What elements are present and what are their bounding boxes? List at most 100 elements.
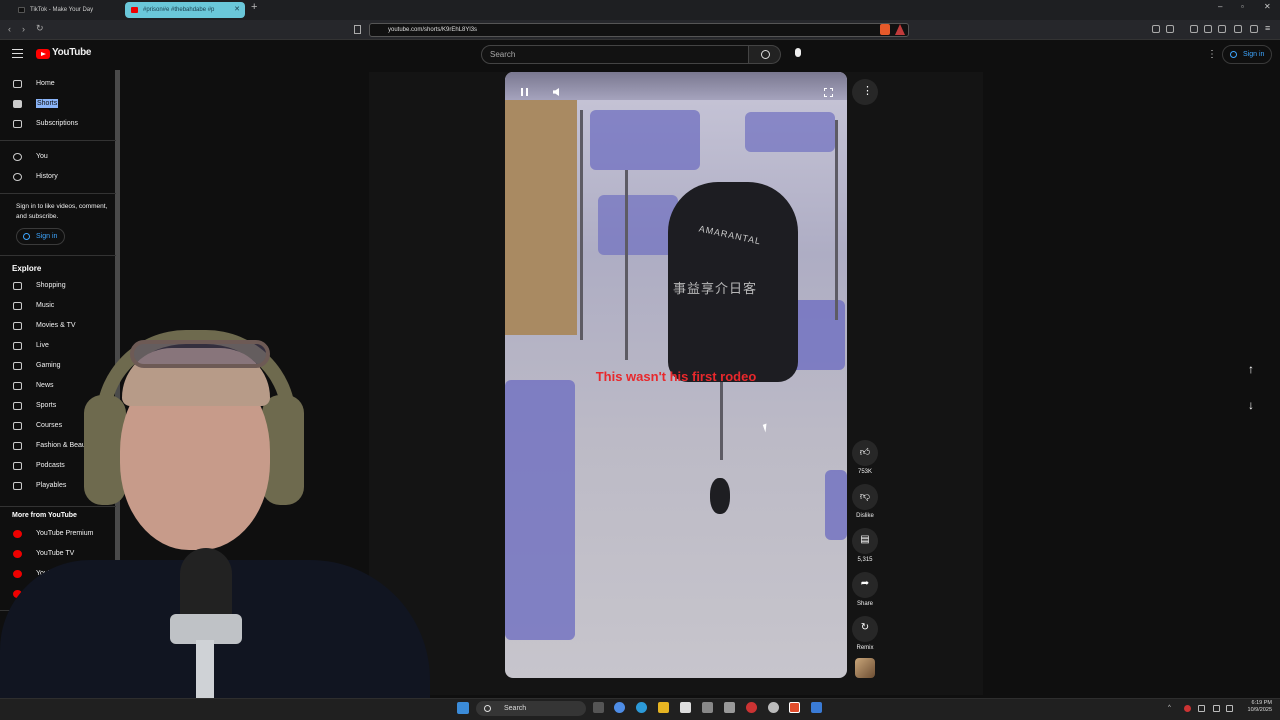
remix-button[interactable]: ↻: [852, 616, 878, 642]
like-action[interactable]: 👍︎ 753K: [852, 440, 878, 475]
tray-app-icon[interactable]: [1184, 705, 1191, 712]
youtube-favicon-icon: [131, 7, 138, 13]
dislike-action[interactable]: 👎︎ Dislike: [852, 484, 878, 519]
home-icon: [13, 80, 22, 88]
close-window-icon[interactable]: ✕: [1264, 2, 1271, 11]
comment-icon: ▤: [860, 534, 870, 545]
extension-icon[interactable]: [1166, 25, 1174, 33]
app-icon[interactable]: [724, 702, 735, 713]
tiktok-favicon-icon: [18, 7, 25, 13]
remix-action[interactable]: ↻ Remix: [852, 616, 878, 651]
restore-icon[interactable]: ▫: [1241, 2, 1244, 11]
account-icon: [13, 153, 22, 161]
video-scene-floor-object: [710, 478, 730, 514]
comments-action[interactable]: ▤ 5,315: [852, 528, 878, 563]
store-icon[interactable]: [680, 702, 691, 713]
search-button[interactable]: [749, 45, 781, 64]
hamburger-menu-icon[interactable]: [12, 49, 23, 58]
forward-icon[interactable]: ›: [22, 24, 25, 34]
share-button[interactable]: ➦: [852, 572, 878, 598]
file-explorer-icon[interactable]: [658, 702, 669, 713]
brave-taskbar-icon[interactable]: [789, 702, 800, 713]
more-options-button[interactable]: [852, 79, 878, 105]
like-button[interactable]: 👍︎: [852, 440, 878, 466]
video-scene-rail: [625, 170, 628, 360]
edge-icon[interactable]: [636, 702, 647, 713]
video-caption: This wasn't his first rodeo: [595, 369, 757, 384]
sidebar-item-home[interactable]: Home: [0, 75, 116, 93]
music-icon: [13, 302, 22, 310]
thumbs-up-icon: 👍︎: [859, 447, 871, 458]
sign-in-label: Sign in: [1243, 51, 1265, 58]
youtube-logo-icon[interactable]: [36, 49, 50, 59]
tab-search-icon[interactable]: [1218, 25, 1226, 33]
youtube-logo-text[interactable]: YouTube: [52, 47, 92, 58]
sidebar-item-history[interactable]: History: [0, 168, 116, 186]
share-arrow-icon: ➦: [860, 578, 870, 589]
settings-kebab-icon[interactable]: ⋮: [1207, 49, 1217, 60]
sidebar-item-subscriptions[interactable]: Subscriptions: [0, 115, 116, 133]
sidebar-item-shorts[interactable]: Shorts: [0, 95, 116, 113]
back-icon[interactable]: ‹: [8, 24, 11, 34]
player-top-gradient: [505, 72, 847, 100]
settings-icon[interactable]: [768, 702, 779, 713]
clock-time: 6:19 PM: [1251, 700, 1272, 706]
search-input[interactable]: Search: [481, 45, 749, 64]
explore-heading: Explore: [12, 264, 42, 273]
tray-mic-icon[interactable]: [1198, 705, 1205, 712]
sidebar-sign-in-button[interactable]: Sign in: [16, 228, 65, 245]
steam-icon[interactable]: [811, 702, 822, 713]
sidebar-item-you[interactable]: You: [0, 148, 116, 166]
comments-count: 5,315: [857, 557, 873, 563]
new-tab-button[interactable]: +: [251, 1, 257, 13]
thumbs-down-icon: 👎︎: [859, 491, 871, 502]
app-icon[interactable]: [702, 702, 713, 713]
task-view-icon[interactable]: [593, 702, 604, 713]
tray-overflow-icon[interactable]: ^: [1168, 705, 1175, 712]
brave-shield-icon[interactable]: [880, 24, 890, 35]
next-short-arrow-icon[interactable]: ↓: [1248, 398, 1254, 412]
comments-button[interactable]: ▤: [852, 528, 878, 554]
webcam-sunglasses: [130, 340, 270, 368]
browser-menu-icon[interactable]: ≡: [1265, 23, 1270, 33]
history-icon: [13, 173, 22, 181]
browser-tab-tiktok[interactable]: TikTok - Make Your Day: [12, 2, 120, 18]
close-tab-icon[interactable]: ✕: [234, 2, 240, 18]
subscriptions-icon: [13, 120, 22, 128]
address-bar[interactable]: youtube.com/shorts/K9rEhL8Yl3s: [369, 23, 909, 37]
minimize-icon[interactable]: –: [1218, 2, 1222, 11]
sign-in-button[interactable]: Sign in: [1222, 45, 1272, 64]
tray-volume-icon[interactable]: [1226, 705, 1233, 712]
channel-thumbnail[interactable]: [855, 658, 875, 678]
share-label: Share: [856, 601, 873, 607]
taskbar-search[interactable]: Search: [476, 701, 586, 716]
dislike-button[interactable]: 👎︎: [852, 484, 878, 510]
person-icon: [1230, 51, 1237, 58]
sidebar-divider: [0, 193, 116, 194]
bookmark-icon[interactable]: [354, 25, 361, 34]
sidebar-item-music[interactable]: Music: [0, 297, 116, 315]
jacket-text-cn: 事益享介日客: [672, 281, 757, 296]
voice-search-mic-icon[interactable]: [795, 48, 801, 57]
video-scene-bunk: [825, 470, 847, 540]
sidebar-toggle-icon[interactable]: [1204, 25, 1212, 33]
extension-icon[interactable]: [1152, 25, 1160, 33]
previous-short-arrow-icon[interactable]: ↑: [1248, 362, 1254, 376]
remix-label: Remix: [856, 645, 874, 651]
dislike-label: Dislike: [856, 513, 874, 519]
shorts-icon: [13, 100, 22, 108]
browser-tab-youtube-shorts[interactable]: #prison#e #thebahdabe #p ✕: [125, 2, 245, 18]
fullscreen-icon[interactable]: [824, 88, 833, 97]
taskbar-clock[interactable]: 6:19 PM 10/9/2025: [1236, 700, 1272, 714]
pause-icon[interactable]: [521, 88, 528, 96]
sidebar-item-shopping[interactable]: Shopping: [0, 277, 116, 295]
windows-start-icon[interactable]: [457, 702, 469, 714]
vpn-icon[interactable]: [1250, 25, 1258, 33]
tray-network-icon[interactable]: [1213, 705, 1220, 712]
wallet-icon[interactable]: [1234, 25, 1242, 33]
share-action[interactable]: ➦ Share: [852, 572, 878, 607]
reload-icon[interactable]: ↻: [36, 23, 44, 34]
obs-icon[interactable]: [746, 702, 757, 713]
media-icon[interactable]: [1190, 25, 1198, 33]
chrome-icon[interactable]: [614, 702, 625, 713]
